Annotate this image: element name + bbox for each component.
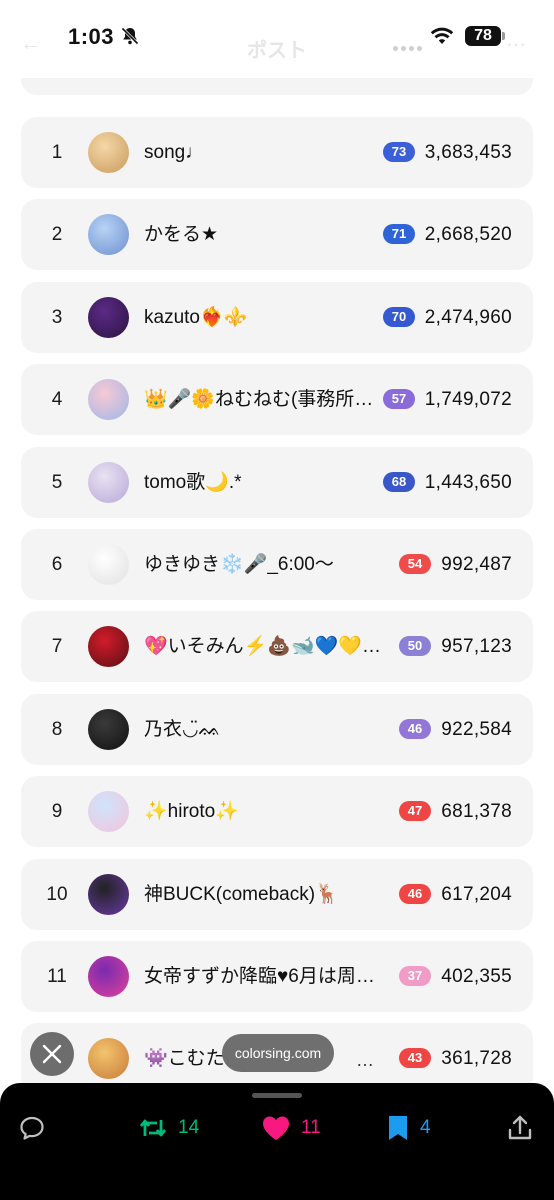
ranking-row[interactable]: 10 神BUCK(comeback)🦌 46 617,204	[21, 858, 533, 930]
more-icon[interactable]: ⋯	[506, 32, 526, 57]
level-badge: 54	[399, 554, 431, 574]
bookmark-count: 4	[420, 1117, 431, 1138]
ranking-row[interactable]: 2 かをる★ 71 2,668,520	[21, 199, 533, 271]
reply-button[interactable]	[18, 1111, 46, 1145]
level-badge: 46	[399, 718, 431, 739]
repost-icon	[139, 1119, 167, 1137]
level-badge: 47	[399, 801, 431, 822]
level-badge: 68	[383, 471, 415, 492]
score-value: 2,668,520	[424, 224, 512, 246]
heart-icon	[263, 1116, 289, 1140]
user-name: 👑🎤🌼ねむねむ(事務所…	[144, 389, 374, 411]
rank-number: 4	[51, 389, 63, 411]
avatar[interactable]	[88, 461, 129, 503]
user-name: 💖いそみん⚡️💩🐋💙💛…	[144, 636, 381, 658]
ranking-row[interactable]: 3 kazuto❤️‍🔥⚜️ 70 2,474,960	[21, 281, 533, 353]
score-value: 922,584	[441, 718, 512, 740]
like-count: 11	[301, 1117, 321, 1138]
score-value: 402,355	[441, 966, 512, 987]
source-url-pill[interactable]: colorsing.com	[222, 1034, 334, 1072]
rank-number: 3	[51, 306, 63, 328]
user-name: 神BUCK(comeback)🦌	[144, 883, 339, 905]
signal-icon	[393, 38, 429, 51]
user-name: song♩	[144, 142, 205, 163]
rank-number: 7	[51, 636, 63, 658]
avatar[interactable]	[88, 791, 129, 833]
user-name: kazuto❤️‍🔥⚜️	[144, 306, 248, 328]
name-ellipsis: …	[356, 1050, 374, 1070]
rank-number: 6	[51, 554, 63, 575]
avatar[interactable]	[88, 296, 129, 338]
score-value: 957,123	[441, 636, 512, 658]
level-badge: 43	[399, 1048, 431, 1069]
rank-number: 10	[46, 883, 68, 905]
close-icon	[42, 1044, 62, 1064]
score-value: 1,749,072	[424, 389, 512, 411]
score-value: 2,474,960	[424, 306, 512, 328]
repost-count: 14	[178, 1117, 200, 1138]
battery-tip	[502, 32, 505, 40]
user-name: tomo歌🌙.*	[144, 471, 242, 493]
level-badge: 73	[383, 142, 415, 162]
level-badge: 71	[383, 224, 415, 245]
ranking-row[interactable]: 1 song♩ 73 3,683,453	[21, 117, 533, 188]
score-value: 681,378	[441, 801, 512, 823]
level-badge: 37	[399, 966, 431, 986]
rank-number: 1	[51, 142, 63, 163]
avatar[interactable]	[88, 708, 129, 750]
ranking-row[interactable]: 5 tomo歌🌙.* 68 1,443,650	[21, 446, 533, 518]
score-value: 617,204	[441, 883, 512, 905]
status-bar: ← 1:03 ポスト 78 ⋯	[0, 0, 554, 78]
user-name: かをる★	[144, 224, 219, 246]
level-badge: 70	[383, 306, 415, 327]
level-badge: 50	[399, 636, 431, 657]
close-button[interactable]	[30, 1032, 74, 1076]
speech-bubble-icon	[20, 1116, 44, 1140]
wifi-icon	[430, 27, 454, 44]
rank-number: 9	[51, 801, 63, 823]
rank-number: 5	[51, 471, 63, 493]
rank-number: 11	[47, 966, 67, 987]
ranking-row[interactable]: 6 ゆきゆき❄️🎤_6:00〜 54 992,487	[21, 529, 533, 600]
user-name: ✨hiroto✨	[144, 801, 239, 823]
score-value: 992,487	[441, 554, 512, 575]
user-name: 乃衣◡̈ᨐ	[144, 718, 221, 740]
user-name: 女帝すずか降臨♥6月は周…	[144, 966, 375, 987]
ranking-row[interactable]: 7 💖いそみん⚡️💩🐋💙💛… 50 957,123	[21, 611, 533, 683]
score-value: 3,683,453	[424, 142, 512, 163]
bookmark-icon	[389, 1116, 407, 1140]
avatar[interactable]	[88, 379, 129, 421]
rank-number: 2	[51, 224, 63, 246]
rank-number: 8	[51, 718, 63, 740]
like-button[interactable]: 11	[261, 1111, 321, 1145]
avatar[interactable]	[88, 132, 129, 173]
post-action-bar: 14 11 4	[0, 1083, 554, 1200]
avatar[interactable]	[88, 956, 129, 997]
avatar[interactable]	[88, 626, 129, 668]
drag-handle[interactable]	[252, 1093, 302, 1098]
score-value: 1,443,650	[424, 471, 512, 493]
avatar[interactable]	[88, 214, 129, 256]
ranking-row[interactable]: 4 👑🎤🌼ねむねむ(事務所… 57 1,749,072	[21, 364, 533, 436]
level-badge: 57	[383, 389, 415, 410]
ranking-row[interactable]: 11 女帝すずか降臨♥6月は周… 37 402,355	[21, 941, 533, 1012]
battery-indicator: 78	[465, 26, 501, 46]
bookmark-button[interactable]: 4	[386, 1111, 431, 1145]
avatar[interactable]	[88, 544, 129, 585]
share-button[interactable]	[507, 1111, 533, 1145]
ranking-row[interactable]: 8 乃衣◡̈ᨐ 46 922,584	[21, 693, 533, 765]
share-icon	[508, 1115, 532, 1140]
repost-button[interactable]: 14	[138, 1111, 199, 1145]
user-name: ゆきゆき❄️🎤_6:00〜	[144, 554, 334, 575]
avatar[interactable]	[88, 873, 129, 915]
ranking-row[interactable]: 9 ✨hiroto✨ 47 681,378	[21, 776, 533, 848]
avatar[interactable]	[88, 1038, 129, 1080]
level-badge: 46	[399, 883, 431, 904]
